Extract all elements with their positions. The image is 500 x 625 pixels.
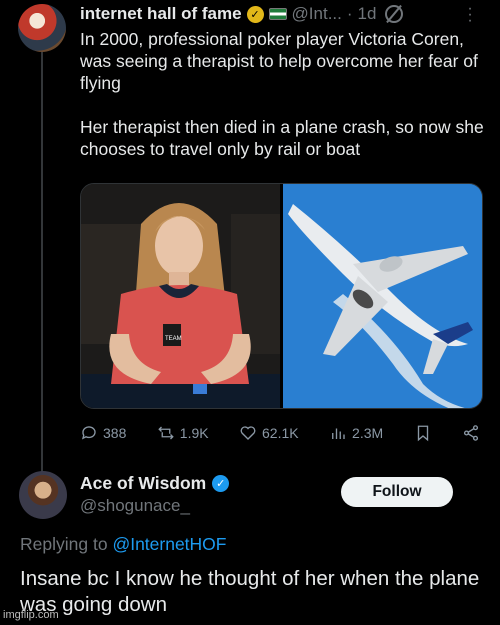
tweet-media-grid: TEAM	[80, 183, 483, 409]
tweet-text: In 2000, professional poker player Victo…	[80, 28, 485, 182]
author-handle[interactable]: @Int...	[292, 4, 342, 24]
like-action[interactable]: 62.1K	[239, 424, 299, 442]
tweet-header: internet hall of fame ✓ @Int... · 1d	[80, 4, 404, 24]
verified-blue-badge-icon: ✓	[212, 475, 230, 492]
verified-gold-badge-icon: ✓	[246, 5, 264, 23]
reply-icon	[81, 426, 96, 440]
airplane-photo[interactable]	[283, 184, 482, 408]
team-badge-text: TEAM	[165, 336, 182, 342]
tweet-text-paragraph: In 2000, professional poker player Victo…	[80, 29, 478, 93]
reply-author-display-name[interactable]: Ace of Wisdom	[80, 473, 206, 494]
author-display-name[interactable]: internet hall of fame	[80, 4, 242, 24]
follow-button[interactable]: Follow	[341, 477, 453, 507]
poker-player-photo[interactable]: TEAM	[81, 184, 280, 408]
heart-icon	[240, 426, 256, 440]
grok-icon[interactable]	[385, 5, 404, 23]
views-count: 2.3M	[352, 425, 384, 441]
like-count: 62.1K	[262, 425, 299, 441]
reply-count: 388	[103, 425, 127, 441]
repost-count: 1.9K	[179, 425, 209, 441]
bookmark-icon	[417, 425, 428, 442]
engagement-bar: 388 1.9K 62.1K 2.3M	[80, 424, 480, 442]
tweet-text-paragraph: Her therapist then died in a plane crash…	[80, 117, 484, 159]
thread-connector-line	[41, 52, 43, 472]
more-options-icon[interactable]: · · ·	[465, 1, 475, 29]
airplane-illustration	[283, 184, 482, 408]
affiliate-badge-icon	[268, 8, 287, 20]
tweet-timestamp[interactable]: 1d	[358, 4, 377, 24]
reply-author-handle[interactable]: @shogunace_	[80, 496, 190, 516]
repost-icon	[158, 426, 174, 440]
replying-to-line: Replying to @InternetHOF	[20, 534, 227, 555]
share-icon	[463, 425, 479, 441]
replying-to-label: Replying to	[20, 534, 108, 554]
reply-author-avatar[interactable]	[19, 471, 67, 519]
poker-player-illustration: TEAM	[81, 184, 280, 408]
imgflip-watermark: imgflip.com	[3, 609, 59, 621]
views-chart-icon	[332, 428, 345, 439]
bookmark-action[interactable]	[414, 424, 432, 442]
share-action[interactable]	[462, 424, 480, 442]
repost-action[interactable]: 1.9K	[157, 424, 209, 442]
reply-action[interactable]: 388	[80, 424, 126, 442]
views-action[interactable]: 2.3M	[329, 424, 383, 442]
separator-dot: ·	[346, 4, 353, 23]
reply-author-header: Ace of Wisdom ✓	[80, 473, 230, 494]
reply-text: Insane bc I know he thought of her when …	[20, 567, 480, 616]
author-avatar[interactable]	[18, 4, 66, 52]
replying-to-mention-link[interactable]: @InternetHOF	[112, 534, 226, 554]
